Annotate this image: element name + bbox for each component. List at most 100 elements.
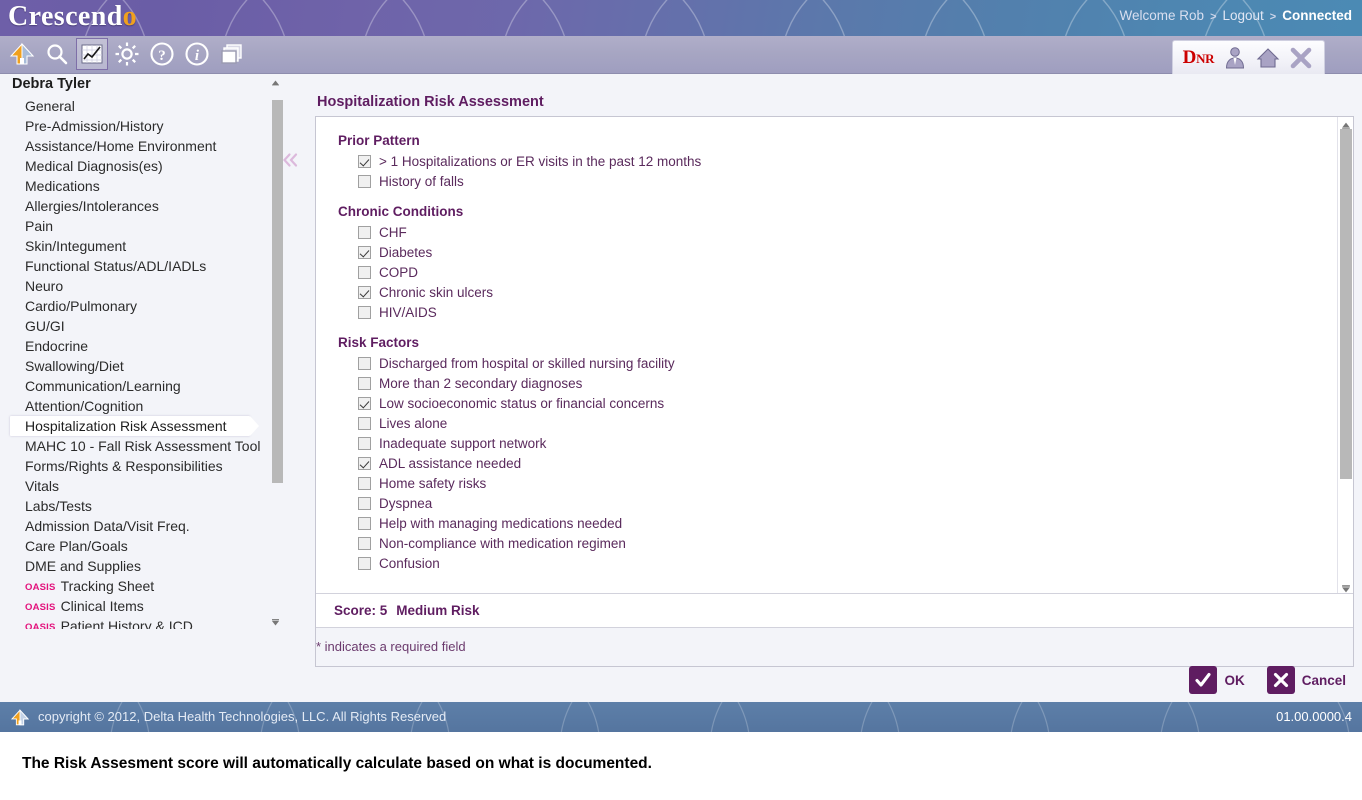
scroll-down-icon[interactable] — [271, 614, 280, 626]
sidebar-item-tracking-sheet[interactable]: OASIS Tracking Sheet — [0, 576, 268, 596]
checkbox-unchecked[interactable] — [358, 496, 371, 510]
close-icon[interactable] — [1288, 45, 1314, 71]
sidebar-item-allergies-intolerances[interactable]: Allergies/Intolerances — [0, 196, 268, 216]
checkbox-row[interactable]: > 1 Hospitalizations or ER visits in the… — [358, 151, 1338, 171]
sidebar-item-labs-tests[interactable]: Labs/Tests — [0, 496, 268, 516]
sidebar-item-admission-data-visit-freq[interactable]: Admission Data/Visit Freq. — [0, 516, 268, 536]
checkbox-row[interactable]: History of falls — [358, 171, 1338, 191]
checkbox-row[interactable]: Discharged from hospital or skilled nurs… — [358, 353, 1338, 373]
sidebar-item-hospitalization-risk-assessment[interactable]: Hospitalization Risk Assessment — [0, 416, 268, 436]
sidebar-item-pain[interactable]: Pain — [0, 216, 268, 236]
sidebar-item-endocrine[interactable]: Endocrine — [0, 336, 268, 356]
checkbox-unchecked[interactable] — [358, 174, 371, 188]
dnr-indicator[interactable]: DNR — [1183, 47, 1215, 69]
checkbox-row[interactable]: Non-compliance with medication regimen — [358, 533, 1338, 553]
sidebar-item-pre-admission-history[interactable]: Pre-Admission/History — [0, 116, 268, 136]
sidebar-item-attention-cognition[interactable]: Attention/Cognition — [0, 396, 268, 416]
sidebar-item-functional-status-adl-iadls[interactable]: Functional Status/ADL/IADLs — [0, 256, 268, 276]
cancel-button[interactable]: Cancel — [1266, 666, 1346, 694]
assessment-group: Chronic Conditions CHF Diabetes COPD Chronic… — [316, 204, 1338, 322]
main-toolbar: ? i DNR — [0, 36, 1362, 74]
home-icon[interactable] — [6, 38, 38, 70]
close-icon — [1266, 666, 1295, 694]
sidebar-item-mahc-10-fall-risk-assessment-tool[interactable]: MAHC 10 - Fall Risk Assessment Tool — [0, 436, 268, 456]
sidebar-item-swallowing-diet[interactable]: Swallowing/Diet — [0, 356, 268, 376]
checkbox-unchecked[interactable] — [358, 305, 371, 319]
patient-name: Debra Tyler — [12, 76, 91, 92]
scroll-up-icon[interactable] — [1341, 118, 1351, 130]
checkbox-row[interactable]: HIV/AIDS — [358, 302, 1338, 322]
sidebar-item-forms-rights-responsibilities[interactable]: Forms/Rights & Responsibilities — [0, 456, 268, 476]
sidebar-item-label: Vitals — [25, 478, 59, 494]
assessment-form-box: Prior Pattern > 1 Hospitalizations or ER … — [315, 116, 1354, 667]
checkbox-unchecked[interactable] — [358, 376, 371, 390]
checkbox-checked[interactable] — [358, 456, 371, 470]
search-icon[interactable] — [41, 38, 73, 70]
checkbox-unchecked[interactable] — [358, 436, 371, 450]
checkbox-checked[interactable] — [358, 245, 371, 259]
checkbox-unchecked[interactable] — [358, 476, 371, 490]
sidebar-item-neuro[interactable]: Neuro — [0, 276, 268, 296]
checkbox-row[interactable]: Inadequate support network — [358, 433, 1338, 453]
sidebar-item-label: Labs/Tests — [25, 498, 92, 514]
checkbox-row[interactable]: ADL assistance needed — [358, 453, 1338, 473]
checkbox-row[interactable]: Dyspnea — [358, 493, 1338, 513]
sidebar-item-medications[interactable]: Medications — [0, 176, 268, 196]
sidebar-item-patient-history-icd[interactable]: OASIS Patient History & ICD — [0, 616, 268, 629]
checkbox-row[interactable]: Diabetes — [358, 242, 1338, 262]
checkbox-row[interactable]: Chronic skin ulcers — [358, 282, 1338, 302]
sidebar-item-label: Attention/Cognition — [25, 398, 144, 414]
sidebar-item-cardio-pulmonary[interactable]: Cardio/Pulmonary — [0, 296, 268, 316]
sidebar-item-gu-gi[interactable]: GU/GI — [0, 316, 268, 336]
chart-icon[interactable] — [76, 38, 108, 70]
sidebar-item-care-plan-goals[interactable]: Care Plan/Goals — [0, 536, 268, 556]
collapse-sidebar-icon[interactable] — [282, 152, 300, 168]
sidebar-item-clinical-items[interactable]: OASIS Clinical Items — [0, 596, 268, 616]
checkbox-row[interactable]: CHF — [358, 222, 1338, 242]
checkbox-row[interactable]: COPD — [358, 262, 1338, 282]
windows-icon[interactable] — [216, 38, 248, 70]
checkbox-checked[interactable] — [358, 396, 371, 410]
checkbox-row[interactable]: Low socioeconomic status or financial co… — [358, 393, 1338, 413]
sidebar-item-general[interactable]: General — [0, 96, 268, 116]
sidebar-item-label: Tracking Sheet — [60, 578, 155, 594]
scroll-down-icon[interactable] — [1341, 581, 1351, 593]
checkbox-row[interactable]: More than 2 secondary diagnoses — [358, 373, 1338, 393]
checkbox-unchecked[interactable] — [358, 225, 371, 239]
info-icon[interactable]: i — [181, 38, 213, 70]
checkbox-unchecked[interactable] — [358, 516, 371, 530]
checkbox-unchecked[interactable] — [358, 356, 371, 370]
checkbox-unchecked[interactable] — [358, 536, 371, 550]
sidebar-item-communication-learning[interactable]: Communication/Learning — [0, 376, 268, 396]
checkbox-unchecked[interactable] — [358, 265, 371, 279]
scroll-up-icon[interactable] — [271, 75, 280, 87]
sidebar-item-medical-diagnosis-es[interactable]: Medical Diagnosis(es) — [0, 156, 268, 176]
logout-link[interactable]: Logout — [1223, 8, 1264, 23]
sidebar-scrollbar[interactable] — [268, 74, 283, 629]
sidebar-item-label: Medications — [25, 178, 100, 194]
checkbox-checked[interactable] — [358, 154, 371, 168]
sidebar-item-vitals[interactable]: Vitals — [0, 476, 268, 496]
sidebar-scroll-track[interactable] — [270, 86, 283, 614]
checkbox-row[interactable]: Lives alone — [358, 413, 1338, 433]
checkbox-unchecked[interactable] — [358, 416, 371, 430]
ok-button[interactable]: OK — [1189, 666, 1245, 694]
form-scroll-thumb[interactable] — [1340, 129, 1352, 479]
help-icon[interactable]: ? — [146, 38, 178, 70]
sidebar-item-skin-integument[interactable]: Skin/Integument — [0, 236, 268, 256]
gear-icon[interactable] — [111, 38, 143, 70]
home-icon[interactable] — [1255, 45, 1281, 71]
checkbox-row[interactable]: Home safety risks — [358, 473, 1338, 493]
person-icon[interactable] — [1222, 45, 1248, 71]
checkbox-row[interactable]: Help with managing medications needed — [358, 513, 1338, 533]
checkbox-checked[interactable] — [358, 285, 371, 299]
checkbox-unchecked[interactable] — [358, 556, 371, 570]
sidebar-item-label: Neuro — [25, 278, 64, 294]
checkbox-row[interactable]: Confusion — [358, 553, 1338, 573]
sidebar-item-label: Assistance/Home Environment — [25, 138, 217, 154]
sidebar-item-dme-and-supplies[interactable]: DME and Supplies — [0, 556, 268, 576]
form-scrollbar[interactable] — [1337, 117, 1353, 593]
sidebar-item-assistance-home-environment[interactable]: Assistance/Home Environment — [0, 136, 268, 156]
sidebar-item-label: GU/GI — [25, 318, 65, 334]
checkbox-label: Help with managing medications needed — [379, 515, 623, 531]
